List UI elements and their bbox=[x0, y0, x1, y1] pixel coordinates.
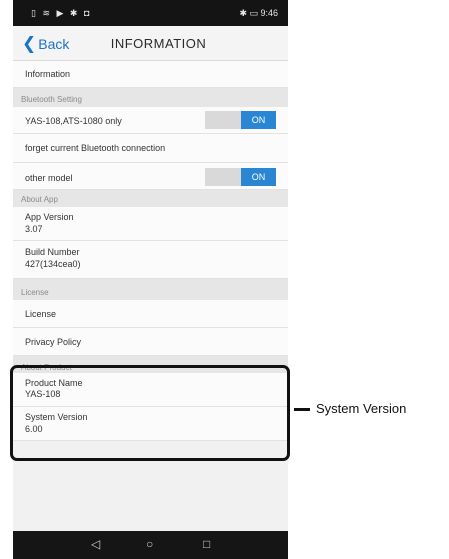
information-row[interactable]: Information bbox=[13, 61, 288, 88]
callout-leader-line bbox=[294, 408, 310, 411]
information-label: Information bbox=[25, 69, 71, 79]
toggle-on-label: ON bbox=[241, 111, 276, 129]
nav-home-icon[interactable]: ○ bbox=[146, 537, 153, 551]
build-number-label: Build Number bbox=[25, 247, 80, 257]
section-label: License bbox=[21, 288, 49, 297]
section-license: License bbox=[13, 279, 288, 300]
page-title: INFORMATION bbox=[110, 36, 207, 51]
phone-screen: ▯ ≋ ▶ ✱ ◘ ✱ ▭ 9:46 ❮ Back INFORMATION Inf… bbox=[13, 0, 288, 559]
forget-connection-row[interactable]: forget current Bluetooth connection bbox=[13, 134, 288, 163]
toggle-on-label: ON bbox=[241, 168, 276, 186]
callout-label: System Version bbox=[316, 401, 407, 416]
privacy-policy-label: Privacy Policy bbox=[25, 337, 82, 347]
navigation-bar: ❮ Back INFORMATION bbox=[13, 26, 288, 61]
other-model-label: other model bbox=[25, 173, 73, 183]
build-number-row: Build Number 427(134cea0) bbox=[13, 241, 288, 279]
nav-back-icon[interactable]: ◁ bbox=[91, 537, 100, 551]
license-label: License bbox=[25, 309, 57, 319]
build-number-value: 427(134cea0) bbox=[25, 259, 81, 269]
app-version-value: 3.07 bbox=[25, 224, 43, 234]
bt-model-row: YAS-108,ATS-1080 only ON bbox=[13, 107, 288, 134]
bt-model-label: YAS-108,ATS-1080 only bbox=[25, 116, 122, 126]
status-clock: ✱ ▭ 9:46 bbox=[239, 8, 278, 18]
privacy-policy-row[interactable]: Privacy Policy bbox=[13, 328, 288, 356]
callout-highlight-box bbox=[10, 365, 290, 461]
forget-connection-label: forget current Bluetooth connection bbox=[25, 143, 166, 153]
section-label: About App bbox=[21, 195, 58, 204]
license-row[interactable]: License bbox=[13, 300, 288, 328]
section-bluetooth-setting: Bluetooth Setting bbox=[13, 88, 288, 107]
android-nav-bar: ◁ ○ □ bbox=[13, 531, 288, 559]
status-bar: ▯ ≋ ▶ ✱ ◘ ✱ ▭ 9:46 bbox=[13, 0, 288, 26]
other-model-row: other model ON bbox=[13, 163, 288, 190]
section-about-app: About App bbox=[13, 190, 288, 207]
bt-model-toggle[interactable]: ON bbox=[205, 111, 276, 129]
app-version-label: App Version bbox=[25, 212, 74, 222]
status-icons-left: ▯ ≋ ▶ ✱ ◘ bbox=[31, 8, 92, 18]
section-label: Bluetooth Setting bbox=[21, 95, 82, 104]
app-version-row: App Version 3.07 bbox=[13, 207, 288, 241]
other-model-toggle[interactable]: ON bbox=[205, 168, 276, 186]
nav-recent-apps-icon[interactable]: □ bbox=[203, 537, 210, 551]
